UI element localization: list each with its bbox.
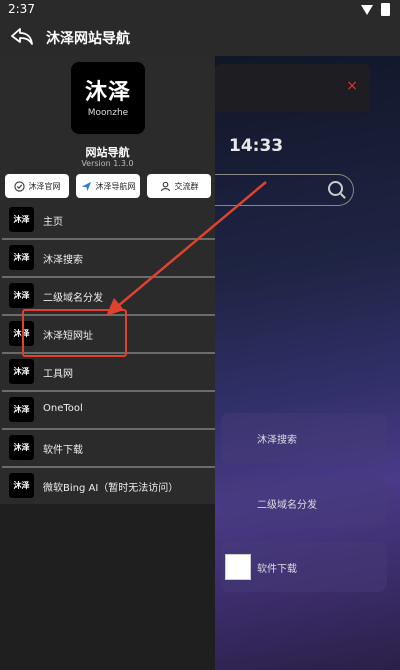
annotation-arrow <box>106 181 267 316</box>
